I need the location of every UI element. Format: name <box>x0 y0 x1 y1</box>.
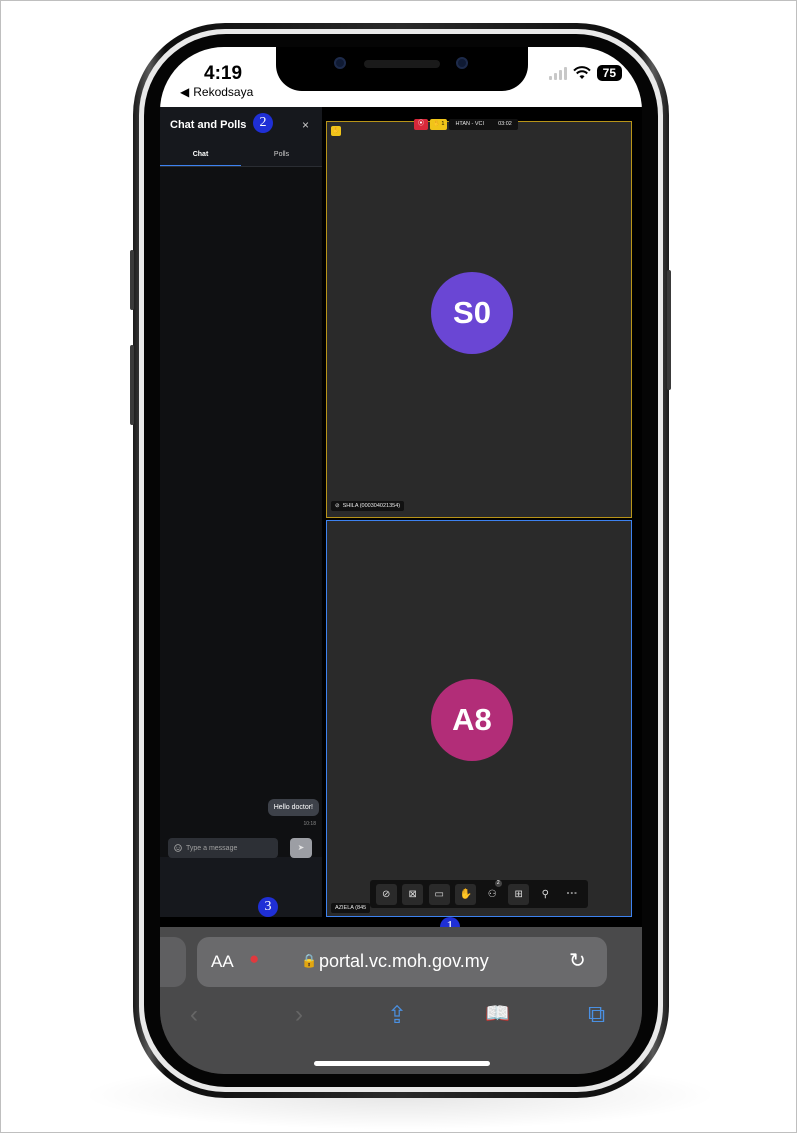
lock-icon: 🔒 <box>301 953 318 968</box>
status-bar: 4:19 ◀ Rekodsaya 75 <box>160 47 642 107</box>
participant-tile[interactable]: A8 AZIELA (845 ⊘ ⊠ ▭ ✋ ⚇ 2 ⊞ ⚲ ∘∘∘ <box>326 520 632 917</box>
forward-icon[interactable]: › <box>295 1001 303 1029</box>
video-grid: ✋ S0 ⊘ SHILA (000304021354) A8 AZIELA (8… <box>322 107 642 917</box>
meeting-duration: 03:02 <box>498 121 512 127</box>
annotation-marker: 2 <box>253 113 273 133</box>
bookmarks-icon[interactable]: 📖 <box>485 1001 510 1026</box>
participants-button[interactable]: ⚇ 2 <box>482 879 503 905</box>
chat-header: Chat and Polls × <box>160 107 322 143</box>
send-button[interactable]: ➤ <box>290 838 312 858</box>
participant-tile[interactable]: ✋ S0 ⊘ SHILA (000304021354) <box>326 121 632 518</box>
chat-message-bubble: Hello doctor! <box>267 799 319 816</box>
layout-grid-icon[interactable]: ⊞ <box>508 883 530 905</box>
participant-name: SHILA (000304021354) <box>342 503 401 509</box>
close-icon[interactable]: × <box>302 118 309 132</box>
clock: 4:19 <box>204 63 243 84</box>
mic-muted-icon: ⊘ <box>335 503 340 509</box>
back-icon[interactable]: ‹ <box>190 1001 198 1029</box>
reader-options-button[interactable]: AA <box>211 952 234 972</box>
participant-name-tag: AZIELA (845 <box>331 903 371 913</box>
back-arrow-icon: ◀ <box>180 85 190 99</box>
chat-message-input[interactable]: Type a message <box>168 838 278 858</box>
participants-icon: ⚇ <box>487 888 497 900</box>
chat-messages-area <box>160 167 322 857</box>
address-bar[interactable]: AA ● 🔒 portal.vc.moh.gov.my ↻ <box>197 937 607 987</box>
home-indicator <box>314 1061 490 1066</box>
chat-tabs: Chat Polls <box>160 145 322 167</box>
raise-hand-icon[interactable]: ✋ <box>455 883 477 905</box>
meeting-name: HTAN - VCI <box>455 121 485 127</box>
raised-hands-count[interactable]: ✋ 1 <box>430 119 448 130</box>
previous-tab-preview[interactable] <box>160 937 186 987</box>
chat-panel-title: Chat and Polls <box>170 119 247 131</box>
wifi-icon <box>572 66 591 79</box>
notch <box>276 47 528 91</box>
reload-icon[interactable]: ↻ <box>569 948 586 973</box>
chat-icon[interactable]: ▭ <box>428 883 450 905</box>
more-icon[interactable]: ∘∘∘ <box>561 884 582 905</box>
sensor-icon <box>456 57 468 69</box>
volume-button <box>130 345 134 425</box>
video-call-app: Chat and Polls × Chat Polls Hello doctor… <box>160 107 642 937</box>
call-toolbar: ⊘ ⊠ ▭ ✋ ⚇ 2 ⊞ ⚲ ∘∘∘ <box>370 879 588 908</box>
invite-icon[interactable]: ⚲ <box>535 884 556 905</box>
camera-off-icon[interactable]: ⊠ <box>402 883 424 905</box>
back-app-label: Rekodsaya <box>193 85 254 99</box>
phone-screen: 4:19 ◀ Rekodsaya 75 Chat and Polls × Cha… <box>160 47 642 1074</box>
chat-panel: Chat and Polls × Chat Polls Hello doctor… <box>160 107 322 917</box>
recording-icon: ⦿ <box>414 119 428 130</box>
participant-avatar: S0 <box>431 272 513 354</box>
chat-message-time: 10:18 <box>303 821 316 827</box>
browser-toolbar: AA ● 🔒 portal.vc.moh.gov.my ↻ ‹ › ⇪ 📖 ⧉ <box>160 927 642 1074</box>
share-icon[interactable]: ⇪ <box>387 1001 407 1030</box>
meeting-indicators: ⦿ ✋ 1 HTAN - VCI 03:02 <box>414 119 518 130</box>
browser-nav: ‹ › ⇪ 📖 ⧉ <box>160 1001 642 1041</box>
front-camera-icon <box>334 57 346 69</box>
participant-name: AZIELA (845 <box>335 905 367 911</box>
signal-icon <box>548 66 567 80</box>
tab-chat[interactable]: Chat <box>160 145 241 166</box>
annotation-marker: 3 <box>258 897 278 917</box>
silent-switch <box>130 250 134 310</box>
tab-polls[interactable]: Polls <box>241 145 322 166</box>
microphone-in-use-icon[interactable]: ● <box>249 949 259 969</box>
back-to-app-link[interactable]: ◀ Rekodsaya <box>180 85 253 99</box>
speaker-grille <box>364 60 440 68</box>
status-icons: 75 <box>548 65 622 81</box>
participant-count-badge: 2 <box>494 879 502 887</box>
participant-name-tag: ⊘ SHILA (000304021354) <box>331 501 405 511</box>
battery-indicator: 75 <box>596 65 622 81</box>
tabs-icon[interactable]: ⧉ <box>588 1001 605 1029</box>
mic-off-icon[interactable]: ⊘ <box>375 883 397 905</box>
participant-avatar: A8 <box>431 679 513 761</box>
raised-hand-icon: ✋ <box>331 126 341 136</box>
chat-input-placeholder: Type a message <box>186 844 238 852</box>
meeting-info: HTAN - VCI 03:02 <box>449 119 518 130</box>
emoji-icon[interactable] <box>174 844 182 852</box>
url-text[interactable]: portal.vc.moh.gov.my <box>319 951 489 972</box>
power-button <box>667 270 671 390</box>
